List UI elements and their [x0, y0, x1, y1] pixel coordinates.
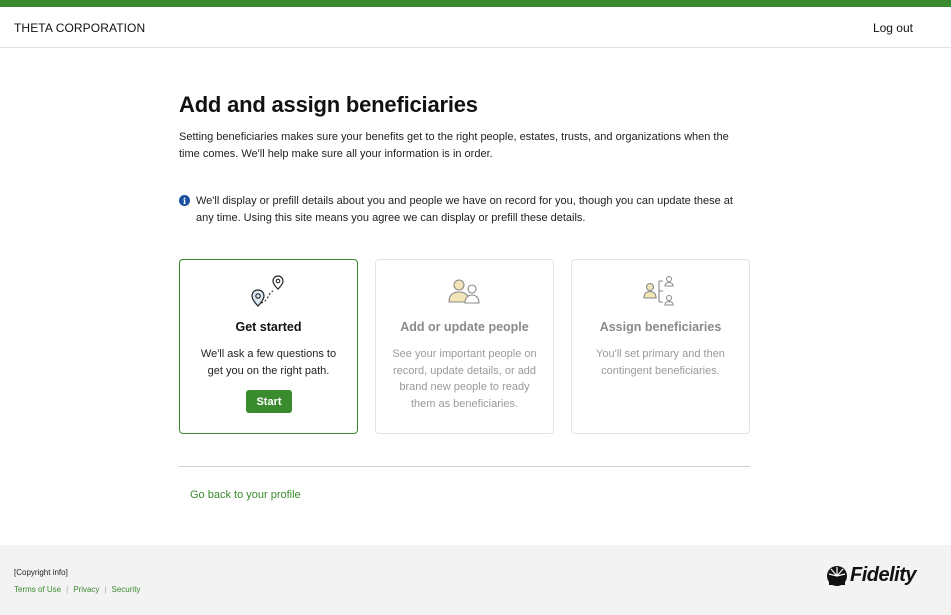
info-notice: i We'll display or prefill details about… [179, 193, 750, 226]
copyright-text: [Copyright info] [14, 568, 68, 577]
security-link[interactable]: Security [112, 585, 141, 594]
main-content: Add and assign beneficiaries Setting ben… [179, 92, 750, 501]
link-separator: | [66, 585, 69, 594]
privacy-link[interactable]: Privacy [73, 585, 99, 594]
footer-links: Terms of Use | Privacy | Security [14, 585, 140, 594]
top-accent-bar [0, 0, 951, 7]
beneficiary-tree-icon [642, 276, 674, 306]
card-title: Get started [235, 320, 302, 334]
fidelity-sun-icon [826, 565, 847, 586]
card-description: See your important people on record, upd… [392, 348, 537, 410]
map-pins-icon [250, 275, 284, 307]
company-name: THETA CORPORATION [14, 21, 146, 35]
intro-text: Setting beneficiaries makes sure your be… [179, 131, 729, 160]
card-assign-beneficiaries: Assign beneficiaries You'll set primary … [571, 259, 750, 434]
step-cards: Get started We'll ask a few questions to… [179, 259, 750, 434]
site-header: THETA CORPORATION Log out [0, 7, 951, 48]
divider [179, 466, 750, 467]
start-button[interactable]: Start [246, 390, 292, 413]
terms-of-use-link[interactable]: Terms of Use [14, 585, 61, 594]
logout-link[interactable]: Log out [873, 21, 913, 35]
card-title: Add or update people [400, 320, 529, 334]
site-footer: [Copyright info] Terms of Use | Privacy … [0, 545, 951, 615]
people-icon [447, 279, 480, 304]
card-get-started[interactable]: Get started We'll ask a few questions to… [179, 259, 358, 434]
card-description: You'll set primary and then contingent b… [596, 348, 725, 377]
card-add-update-people: Add or update people See your important … [375, 259, 554, 434]
notice-text: We'll display or prefill details about y… [196, 195, 733, 224]
page-title: Add and assign beneficiaries [179, 92, 478, 117]
back-to-profile-link[interactable]: Go back to your profile [190, 489, 301, 501]
card-title: Assign beneficiaries [599, 320, 722, 334]
info-icon: i [179, 195, 190, 206]
link-separator: | [104, 585, 107, 594]
fidelity-wordmark: Fidelity [849, 564, 917, 586]
fidelity-logo: Fidelity [826, 564, 917, 587]
card-description: We'll ask a few questions to get you on … [200, 348, 337, 377]
